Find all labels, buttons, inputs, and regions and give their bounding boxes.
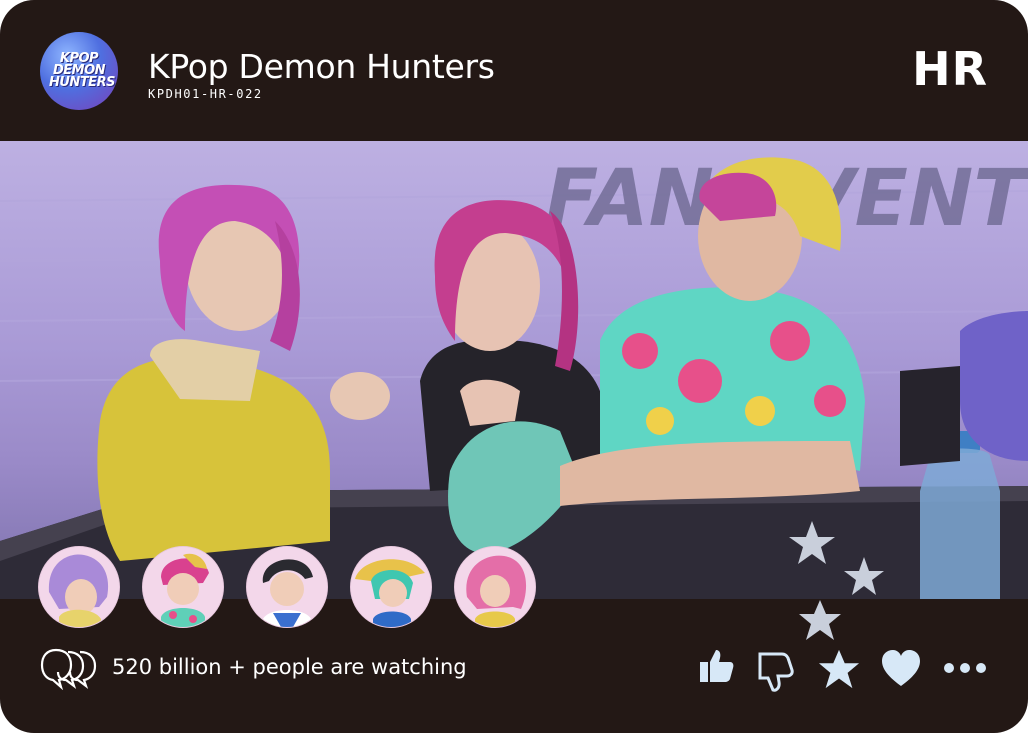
decor-star-icon: [799, 600, 841, 640]
like-icon[interactable]: [696, 646, 736, 686]
card-code: KPDH01-HR-022: [148, 87, 263, 101]
purple-hair-avatar-icon: [39, 547, 119, 627]
dislike-icon[interactable]: [756, 650, 796, 694]
avatar-pink-hair-member[interactable]: [142, 546, 224, 628]
avatar-purple-hair-member[interactable]: [38, 546, 120, 628]
viewers-count-text: 520 billion + people are watching: [112, 655, 467, 679]
avatar-pink-long-hair-member[interactable]: [454, 546, 536, 628]
pink-long-hair-avatar-icon: [455, 547, 535, 627]
pink-hair-avatar-icon: [143, 547, 223, 627]
teal-hair-avatar-icon: [351, 547, 431, 627]
favorite-star-icon[interactable]: [818, 648, 860, 690]
heart-icon[interactable]: [880, 648, 922, 688]
brand-logo-text: KPOP DEMON HUNTERS: [49, 51, 115, 90]
more-icon[interactable]: [942, 660, 988, 676]
dark-hair-avatar-icon: [247, 547, 327, 627]
card: KPOP DEMON HUNTERS KPop Demon Hunters KP…: [0, 0, 1028, 733]
avatar-dark-hair-member[interactable]: [246, 546, 328, 628]
brand-logo: KPOP DEMON HUNTERS: [40, 32, 118, 110]
viewers-icon: [40, 648, 97, 690]
avatar-teal-hair-member[interactable]: [350, 546, 432, 628]
rarity-badge: HR: [912, 42, 988, 96]
card-title: KPop Demon Hunters: [148, 47, 495, 86]
scene-image: FAN EVENT: [0, 141, 1028, 599]
scene-illustration: FAN EVENT: [0, 154, 1028, 599]
